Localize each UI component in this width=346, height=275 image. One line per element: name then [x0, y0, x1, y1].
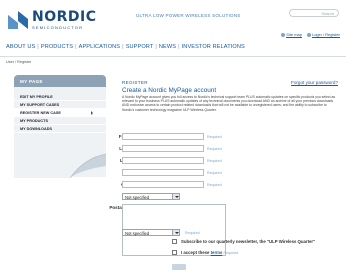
required-note: Required	[223, 251, 239, 255]
terms-prefix: I accept these	[181, 250, 210, 255]
submit-button[interactable]	[172, 264, 186, 270]
required-note: Required	[207, 171, 222, 175]
nav-item-news[interactable]: NEWS	[159, 44, 176, 50]
terms-link[interactable]: terms	[211, 250, 223, 255]
form-row-email: E-mail Required	[72, 169, 302, 178]
nav-item-about[interactable]: ABOUT US	[6, 44, 35, 50]
form-row-company: Company Required	[72, 181, 302, 190]
position-select[interactable]: Not specified	[122, 193, 180, 200]
terms-checkbox[interactable]	[172, 250, 177, 256]
top-links: Site map Login / Register	[281, 32, 340, 37]
last-name-field[interactable]	[122, 145, 204, 152]
intro-text: A Nordic MyPage account gives you full a…	[122, 95, 336, 112]
required-note: Required	[185, 231, 200, 235]
form-row-country: Country Not specified Required	[72, 229, 302, 238]
arrow-right-icon	[91, 111, 93, 115]
site-tagline: ULTRA LOW POWER WIRELESS SOLUTIONS	[136, 13, 241, 18]
nav-item-applications[interactable]: APPLICATIONS	[79, 44, 121, 50]
terms-option: I accept these terms Required	[172, 250, 342, 258]
newsletter-checkbox[interactable]	[172, 239, 177, 245]
required-note: Required	[207, 183, 222, 187]
nav-item-products[interactable]: PRODUCTS	[41, 44, 73, 50]
form-row-last-name: Last name Required	[72, 145, 302, 154]
nordic-logo-icon	[8, 11, 28, 29]
sidebar-header: MY PAGE	[14, 75, 106, 87]
nordic-logo[interactable]: NORDIC SEMICONDUCTOR	[6, 7, 96, 33]
forgot-password-link[interactable]: Forgot your password?	[291, 80, 338, 85]
username-field[interactable]	[122, 157, 204, 164]
sidebar-item-edit-profile[interactable]: EDIT MY PROFILE	[14, 93, 106, 101]
first-name-field[interactable]	[122, 133, 204, 140]
required-note: Required	[207, 135, 222, 139]
breadcrumb[interactable]: User / Register	[6, 60, 31, 64]
main-nav: ABOUT US | PRODUCTS | APPLICATIONS | SUPPORT | N…	[6, 44, 245, 50]
form-row-position: Position Not specified	[72, 193, 302, 202]
sidebar-item-label: REGISTER NEW CASE	[20, 111, 61, 115]
chevron-down-icon[interactable]	[172, 194, 179, 199]
sidebar-item-products[interactable]: MY PRODUCTS	[14, 117, 106, 125]
required-note: Required	[207, 147, 222, 151]
logo-subtitle: SEMICONDUCTOR	[32, 25, 84, 30]
sitemap-link[interactable]: Site map	[281, 32, 302, 37]
form-row-first-name: First name Required	[72, 133, 302, 142]
country-select[interactable]: Not specified	[122, 229, 180, 236]
search-input[interactable]: Search	[289, 9, 339, 17]
newsletter-label: Subscribe to our quarterly newsletter, t…	[181, 239, 316, 244]
login-link[interactable]: Login / Register	[306, 32, 340, 37]
nav-divider	[0, 56, 346, 57]
logo-wordmark: NORDIC	[32, 9, 97, 25]
sidebar-item-support-cases[interactable]: MY SUPPORT CASES	[14, 101, 106, 109]
company-field[interactable]	[122, 181, 204, 188]
form-row-username: Username Required	[72, 157, 302, 166]
sidebar-item-downloads[interactable]: MY DOWNLOADS	[14, 125, 106, 133]
page-title: Create a Nordic MyPage account	[122, 87, 217, 94]
nav-item-investor[interactable]: INVESTOR RELATIONS	[182, 44, 245, 50]
sitemap-icon	[281, 32, 286, 37]
user-icon	[306, 32, 311, 37]
nav-item-support[interactable]: SUPPORT	[126, 44, 154, 50]
section-label: REGISTER	[122, 80, 148, 85]
email-field[interactable]	[122, 169, 204, 176]
newsletter-option: Subscribe to our quarterly newsletter, t…	[172, 239, 342, 247]
sidebar-item-register-case[interactable]: REGISTER NEW CASE	[14, 109, 106, 117]
chevron-down-icon[interactable]	[172, 230, 179, 235]
required-note: Required	[207, 159, 222, 163]
